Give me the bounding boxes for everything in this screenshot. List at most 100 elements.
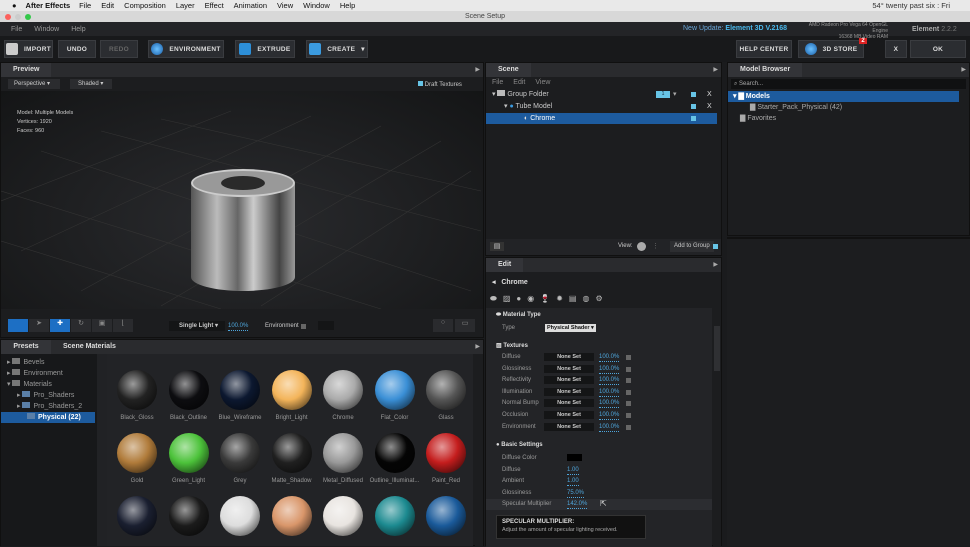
scene-menu-file[interactable]: File [492,77,503,89]
preset-folder[interactable]: ▸ Bevels [1,357,97,368]
material-swatch[interactable] [168,496,209,536]
panel-menu-icon[interactable]: ▶ [713,261,718,268]
material-swatch[interactable] [426,433,466,473]
texture-checkbox[interactable] [626,355,631,360]
basic-value[interactable]: 1.00 [567,467,579,475]
material-swatch[interactable] [323,370,363,410]
textures-icon[interactable]: ▨ [503,294,511,304]
material-swatch[interactable] [220,370,260,410]
sss-icon[interactable]: ▤ [569,294,577,304]
basic-value[interactable]: 75.0% [567,490,585,498]
material-swatch[interactable] [374,433,415,473]
panel-menu-icon[interactable]: ▶ [475,66,480,73]
light-intensity[interactable]: 100.0% [228,323,249,331]
diffuse-color-swatch[interactable] [567,454,582,461]
redo-button[interactable]: REDO [100,40,138,58]
panel-menu-icon[interactable]: ▶ [961,66,966,73]
preset-folder[interactable]: ▾ Materials [1,379,97,390]
apple-icon[interactable]: ● [12,1,17,10]
texture-checkbox[interactable] [626,366,631,372]
menu-composition[interactable]: Composition [124,1,166,10]
presets-scrollbar[interactable] [475,354,483,546]
search-input[interactable]: ⌕ Search... [731,79,966,89]
environment-button[interactable]: ENVIRONMENT [148,40,224,58]
camera-dropdown[interactable]: Perspective ▾ [8,79,60,89]
menu-help[interactable]: Help [71,26,85,33]
material-swatch[interactable] [374,496,415,536]
material-swatch[interactable] [220,433,260,473]
group-number[interactable]: 1 [656,91,670,98]
camera-tool-icon[interactable] [8,319,28,332]
tab-model-browser[interactable]: Model Browser [728,63,803,77]
reset-view-icon[interactable]: ○ [433,319,453,332]
settings-gear-icon[interactable]: ⚙ [595,294,602,304]
delete-button[interactable]: X [707,101,712,112]
preset-folder[interactable]: ▸ Environment [1,368,97,379]
tree-item-models[interactable]: ▾ ▇ Models [728,91,959,102]
chevron-down-icon[interactable]: ▾ [673,89,677,100]
3d-store-button[interactable]: 3D STORE 2 [798,38,867,58]
shading-dropdown[interactable]: Shaded ▾ [70,79,112,89]
update-version[interactable]: Element 3D V.2168 [725,25,787,32]
texture-slot[interactable]: None Set [544,387,594,396]
help-center-button[interactable]: HELP CENTER [736,40,792,58]
reflect-icon[interactable]: ◉ [527,294,534,304]
splitter[interactable] [97,354,107,546]
add-to-group-checkbox[interactable] [713,244,718,249]
environment-swatch[interactable] [318,321,334,330]
material-swatch[interactable] [271,496,312,536]
import-button[interactable]: IMPORT [4,40,53,58]
visibility-checkbox[interactable] [691,116,696,121]
viewport[interactable]: Model: Multiple Models Vertices: 1920 Fa… [1,91,483,309]
material-swatch[interactable] [426,496,466,536]
move-tool-icon[interactable]: ✚ [50,319,70,332]
menu-window[interactable]: Window [303,1,330,10]
material-swatch[interactable] [168,433,209,473]
basic-value[interactable]: 142.0% [567,501,588,510]
menu-view[interactable]: View [277,1,293,10]
material-swatch[interactable] [323,433,363,473]
menu-effect[interactable]: Effect [205,1,224,10]
texture-checkbox[interactable] [626,378,631,384]
scale-tool-icon[interactable]: ▣ [92,319,112,332]
menu-edit[interactable]: Edit [101,1,114,10]
texture-slot[interactable]: None Set [544,399,594,408]
visibility-checkbox[interactable] [691,92,696,97]
select-tool-icon[interactable]: ➤ [29,319,49,332]
menu-window[interactable]: Window [34,26,59,33]
texture-slot[interactable]: None Set [544,422,594,431]
refraction-icon[interactable]: 🍷 [540,294,550,304]
update-notice[interactable]: New Update: Element 3D V.2168 [683,25,787,32]
panel-menu-icon[interactable]: ▶ [475,343,480,350]
zoom-window-button[interactable] [25,14,31,20]
normal-icon[interactable]: ◍ [582,294,589,304]
cancel-button[interactable]: X [885,40,907,58]
basic-value[interactable]: 1.00 [567,478,579,487]
menu-file[interactable]: File [11,26,22,33]
texture-checkbox[interactable] [626,389,631,395]
new-folder-icon[interactable]: ▤ [490,242,504,251]
material-swatch[interactable] [168,370,209,410]
close-window-button[interactable] [5,14,11,20]
tab-scene-materials[interactable]: Scene Materials [63,340,116,354]
material-swatch[interactable] [220,496,260,536]
texture-checkbox[interactable] [626,413,631,418]
preset-folder[interactable]: Physical (22) [1,412,95,423]
undo-button[interactable]: UNDO [58,40,96,58]
tree-item-tube-model[interactable]: ▾ ● Tube Model X [486,101,721,112]
texture-checkbox[interactable] [626,401,631,407]
app-name[interactable]: After Effects [26,1,71,10]
material-type-icon[interactable]: ⬬ [490,294,497,304]
preset-folder[interactable]: ▸ Pro_Shaders [1,390,97,401]
tab-edit[interactable]: Edit [486,258,524,272]
menu-help[interactable]: Help [340,1,355,10]
tab-scene[interactable]: Scene [486,63,531,77]
material-swatch[interactable] [271,370,312,410]
extrude-button[interactable]: EXTRUDE [235,40,295,58]
minimize-window-button[interactable] [15,14,21,20]
texture-strength[interactable]: 100.0% [599,400,620,409]
texture-slot[interactable]: None Set [544,353,594,361]
tree-item-favorites[interactable]: ▇ Favorites [728,113,969,124]
create-dropdown[interactable]: CREATE ▾ [306,40,368,58]
axis-tool-icon[interactable]: ⌊ [113,319,133,332]
